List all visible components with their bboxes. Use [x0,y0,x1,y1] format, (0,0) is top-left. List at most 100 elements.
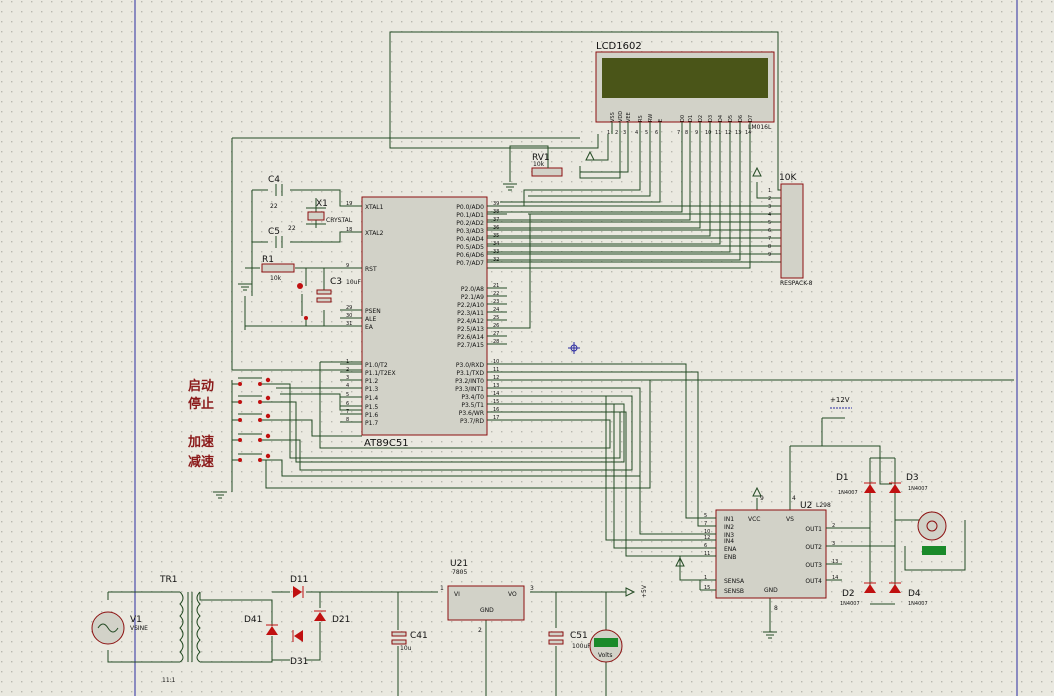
d4-value: 1N4007 [908,601,928,607]
mcu-pin-number: 6 [346,401,349,407]
mcu-pin-label: P0.0/AD0 [456,204,484,211]
l298-driver[interactable]: U2 L298 VCC 9 VS 4 GND 8 IN15IN27IN310IN… [700,495,842,612]
lcd-pin-label: D2 [698,115,704,122]
mcu-pin-number: 34 [493,241,499,247]
mcu-pin-label: XTAL1 [365,204,384,211]
d41-name: D41 [244,615,262,625]
stop-label: 停止 [188,396,214,412]
mcu-pin-label: P3.5/T1 [461,402,484,409]
speed-down-label: 减速 [188,454,214,470]
mcu-pin-number: 18 [346,227,352,233]
speed-up-label: 加速 [187,434,214,450]
u21-name: U21 [450,559,468,569]
lcd-screen [602,58,768,98]
c3-value: 10uF [346,279,361,286]
u2-vcc: VCC [748,516,760,523]
mcu-pin-label: P1.5 [365,404,378,411]
c41-name: C41 [410,631,428,641]
u2-pin-label: OUT1 [805,526,822,533]
respack-pin-number: 3 [768,204,771,210]
mcu-pin-label: P1.3 [365,386,378,393]
mcu-pin-number: 11 [493,367,499,373]
u2-pin-number: 2 [832,523,835,529]
lcd-pin-number: 7 [677,130,680,136]
d31-name: D31 [290,657,308,667]
voltmeter[interactable]: Volts [589,629,623,663]
mcu-pin-number: 8 [346,417,349,423]
v1-name: V1 [130,615,142,625]
power-12v-label: +12V [830,396,850,404]
u2-gnd: GND [764,587,778,594]
mcu-pin-label: P2.4/A12 [457,318,484,325]
lcd-pin-label: D3 [708,115,714,122]
mcu-pin-number: 19 [346,201,352,207]
lcd-pin-label: RS [638,115,644,122]
d1-value: 1N4007 [838,490,858,496]
mcu-pin-label: EA [365,324,374,331]
mcu-pin-number: 10 [493,359,499,365]
u21-vi: VI [454,591,460,598]
mcu-pin-number: 12 [493,375,499,381]
u2-pin-number: 14 [832,575,838,581]
mcu-pin-label: P1.0/T2 [365,362,388,369]
mcu-pin-number: 27 [493,331,499,337]
mcu-pin-label: P0.7/AD7 [456,260,484,267]
mcu-pin-number: 7 [346,409,349,415]
mcu-pin-number: 4 [346,383,349,389]
d21-name: D21 [332,615,350,625]
mcu-pin-label: P2.2/A10 [457,302,484,309]
mcu-pin-label: XTAL2 [365,230,384,237]
mcu-pin-label: P1.2 [365,378,378,385]
u2-pin-number: 13 [832,559,838,565]
mcu-pin-number: 15 [493,399,499,405]
lcd-module[interactable]: LCD1602 LM016L VSS 1 VDD 2 VEE 3 RS 4 RW 5 E 6 D0 7 D1… [595,41,775,136]
mcu-pin-label: P1.4 [365,395,378,402]
lcd-pin-label: VSS [610,112,616,122]
mcu-pin-number: 38 [493,209,499,215]
motor-speed-display [922,546,946,555]
u2-pin-label: SENSA [724,578,745,585]
mcu-pin-label: P2.0/A8 [461,286,484,293]
lcd-pin-number: 3 [623,130,626,136]
mcu-at89c51[interactable]: AT89C51 XTAL119XTAL218RST9PSEN29ALE30EA3… [340,196,507,449]
mcu-pin-number: 28 [493,339,499,345]
u2-pin-label: ENA [724,546,737,553]
c51-name: C51 [570,631,588,641]
u2-pin-number: 3 [832,541,835,547]
mcu-pin-label: P2.5/A13 [457,326,484,333]
lcd-pin-number: 14 [745,130,751,136]
lcd-pin-label: D6 [738,115,744,122]
respack-pin-number: 1 [768,188,771,194]
lcd-pin-label: D4 [718,115,724,122]
mcu-pin-number: 22 [493,291,499,297]
c51-value: 100uF [572,643,591,650]
c5-name: C5 [268,227,280,237]
mcu-pin-number: 25 [493,315,499,321]
schematic-canvas: LCD1602 LM016L VSS 1 VDD 2 VEE 3 RS 4 RW 5 E 6 D0 7 D1… [0,0,1054,696]
ac-source-v1[interactable] [91,611,125,645]
r1-name: R1 [262,255,274,265]
x1-name: X1 [316,199,328,209]
u21-pin3: 3 [530,585,534,592]
resistor-r1[interactable] [261,263,295,273]
mcu-pin-label: P2.6/A14 [457,334,484,341]
rail-5v-label: +5V [641,584,648,598]
u2-pin-number: 15 [704,585,710,591]
lcd-pin-label: D1 [688,115,694,122]
lcd-pin-label: D5 [728,115,734,122]
mcu-pin-number: 37 [493,217,499,223]
mcu-pin-number: 9 [346,263,349,269]
respack-pin-number: 8 [768,244,771,250]
lcd-pin-number: 8 [685,130,688,136]
mcu-pin-label: P3.7/RD [460,418,484,425]
mcu-pin-label: P3.3/INT1 [455,386,484,393]
mcu-pin-label: P3.4/T0 [461,394,484,401]
u2-pin-label: IN2 [724,524,734,531]
mcu-pin-number: 3 [346,375,349,381]
respack-pin-number: 9 [768,252,771,258]
dc-motor[interactable] [917,511,947,555]
u2-pin-number: 5 [704,513,707,519]
mcu-pin-number: 14 [493,391,499,397]
u2-model: L298 [816,502,831,509]
mcu-pin-number: 16 [493,407,499,413]
